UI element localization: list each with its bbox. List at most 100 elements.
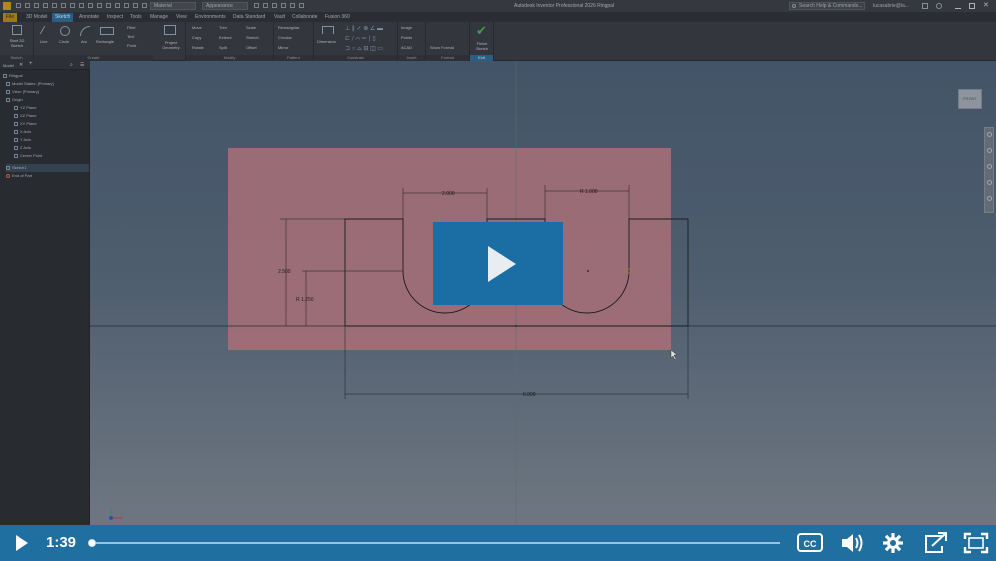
rotate-button[interactable]: Rotate — [192, 45, 204, 50]
fillet-button[interactable]: Fillet — [127, 25, 135, 30]
rectangle-icon[interactable] — [100, 27, 114, 35]
select-icon[interactable] — [79, 3, 84, 8]
copy-button[interactable]: Copy — [192, 35, 201, 40]
tree-item-center-point[interactable]: Center Point — [14, 152, 42, 160]
circular-pattern-button[interactable]: Circular — [278, 35, 292, 40]
scale-button[interactable]: Scale — [246, 25, 256, 30]
image-button[interactable]: Image — [401, 25, 412, 30]
express-icon[interactable] — [290, 3, 295, 8]
adjust-icon[interactable] — [263, 3, 268, 8]
big-play-button[interactable] — [433, 222, 563, 305]
measure-icon[interactable] — [88, 3, 93, 8]
circle-icon[interactable] — [60, 26, 70, 36]
display-icon[interactable] — [97, 3, 102, 8]
look-at-icon[interactable] — [987, 196, 992, 201]
finish-sketch-button[interactable]: Finish Sketch — [472, 41, 492, 51]
properties-icon[interactable] — [106, 3, 111, 8]
open-icon[interactable] — [25, 3, 30, 8]
tree-item-z-axis[interactable]: Z Axis — [14, 144, 31, 152]
orbit-tool-icon[interactable] — [987, 180, 992, 185]
tree-item-y-axis[interactable]: Y Axis — [14, 136, 31, 144]
close-tab-icon[interactable]: ✕ — [19, 62, 23, 68]
browser-menu-icon[interactable]: ☰ — [80, 62, 84, 68]
point-button[interactable]: Point — [127, 43, 136, 48]
tab-inspect[interactable]: Inspect — [104, 13, 126, 22]
save-icon[interactable] — [34, 3, 39, 8]
arc-button[interactable]: Arc — [81, 39, 87, 44]
checkmark-icon[interactable]: ✔ — [476, 23, 487, 39]
progress-bar[interactable] — [92, 542, 780, 544]
tree-item-xz-plane[interactable]: XZ Plane — [14, 112, 36, 120]
tab-vault[interactable]: Vault — [271, 13, 288, 22]
color-icon[interactable] — [142, 3, 147, 8]
dimension-icon[interactable] — [322, 26, 334, 34]
split-button[interactable]: Split — [219, 45, 227, 50]
tab-file[interactable]: File — [3, 13, 18, 22]
constraint-icons-row3[interactable]: ⊐ ○ ⌓ ⊟ ◫ ▭ — [345, 45, 383, 53]
pan-tool-icon[interactable] — [987, 148, 992, 153]
browser-tab-model[interactable]: Model — [3, 63, 14, 68]
video-player[interactable]: Material Appearance Autodesk Inventor Pr… — [0, 0, 996, 561]
tab-3d-model[interactable]: 3D Model — [23, 13, 50, 22]
material-dropdown[interactable]: Material — [150, 2, 196, 10]
tree-item-x-axis[interactable]: X Axis — [14, 128, 31, 136]
offset-button[interactable]: Offset — [246, 45, 257, 50]
appearance-dropdown[interactable]: Appearance — [202, 2, 248, 10]
redo-icon[interactable] — [52, 3, 57, 8]
help-search-field[interactable]: Search Help & Commands... — [789, 2, 865, 10]
minimize-icon[interactable] — [955, 3, 961, 9]
home-icon[interactable] — [61, 3, 66, 8]
project-geometry-icon[interactable] — [164, 25, 176, 35]
tree-item-origin[interactable]: Origin — [6, 96, 23, 104]
tree-item-sketch1[interactable]: Sketch1 — [6, 164, 89, 172]
circle-button[interactable]: Circle — [59, 39, 69, 44]
viewcube[interactable]: FRONT — [958, 89, 982, 109]
trim-button[interactable]: Trim — [219, 25, 227, 30]
navigation-bar[interactable] — [984, 127, 994, 213]
maximize-icon[interactable] — [969, 3, 975, 9]
tree-item-view[interactable]: View: [Primary] — [6, 88, 39, 96]
zoom-icon[interactable] — [115, 3, 120, 8]
tab-view[interactable]: View — [173, 13, 190, 22]
start-sketch-icon[interactable] — [12, 25, 22, 35]
ilogic-icon[interactable] — [281, 3, 286, 8]
constraint-icons[interactable]: ⊥ ∥ ✓ ⊗ ∠ ▬ — [345, 25, 383, 32]
volume-icon[interactable] — [838, 525, 866, 561]
constraint-icons-row2[interactable]: ⊏ ⧸ ⌒ ═ ∣ ▯ — [345, 35, 376, 43]
start-2d-sketch-button[interactable]: Start 2D Sketch — [5, 38, 29, 48]
tree-item-yz-plane[interactable]: YZ Plane — [14, 104, 36, 112]
acad-button[interactable]: ACAD — [401, 45, 412, 50]
dimension-button[interactable]: Dimension — [317, 39, 336, 44]
close-window-icon[interactable]: ✕ — [983, 2, 989, 9]
mirror-button[interactable]: Mirror — [278, 45, 288, 50]
tree-item-part[interactable]: Ringpal — [3, 72, 23, 80]
user-account[interactable]: lucasabrie@la... — [873, 3, 909, 9]
closed-captions-icon[interactable]: CC — [796, 525, 824, 561]
tab-environments[interactable]: Environments — [192, 13, 229, 22]
extend-button[interactable]: Extend — [219, 35, 231, 40]
tree-item-model-states[interactable]: Model States: [Primary] — [6, 80, 54, 88]
tree-item-xy-plane[interactable]: XY Plane — [14, 120, 37, 128]
show-format-button[interactable]: Show Format — [430, 45, 454, 50]
steering-wheel-icon[interactable] — [987, 132, 992, 137]
cart-icon[interactable] — [922, 3, 928, 9]
rectangle-button[interactable]: Rectangle — [96, 39, 114, 44]
play-button[interactable] — [0, 525, 40, 561]
new-icon[interactable] — [16, 3, 21, 8]
progress-handle[interactable] — [88, 539, 96, 547]
text-button[interactable]: Text — [127, 34, 134, 39]
browser-search-icon[interactable]: ⌕ — [70, 62, 73, 68]
orbit-icon[interactable] — [133, 3, 138, 8]
parameters-icon[interactable] — [272, 3, 277, 8]
line-icon[interactable] — [39, 26, 53, 34]
tab-data-standard[interactable]: Data Standard — [230, 13, 268, 22]
clear-override-icon[interactable] — [254, 3, 259, 8]
more-icon[interactable] — [299, 3, 304, 8]
tab-fusion-360[interactable]: Fusion 360 — [322, 13, 353, 22]
fullscreen-icon[interactable] — [962, 525, 990, 561]
tab-sketch[interactable]: Sketch — [52, 13, 74, 22]
move-button[interactable]: Move — [192, 25, 202, 30]
line-button[interactable]: Line — [40, 39, 48, 44]
rectangular-pattern-button[interactable]: Rectangular — [278, 25, 300, 30]
tab-collaborate[interactable]: Collaborate — [289, 13, 321, 22]
